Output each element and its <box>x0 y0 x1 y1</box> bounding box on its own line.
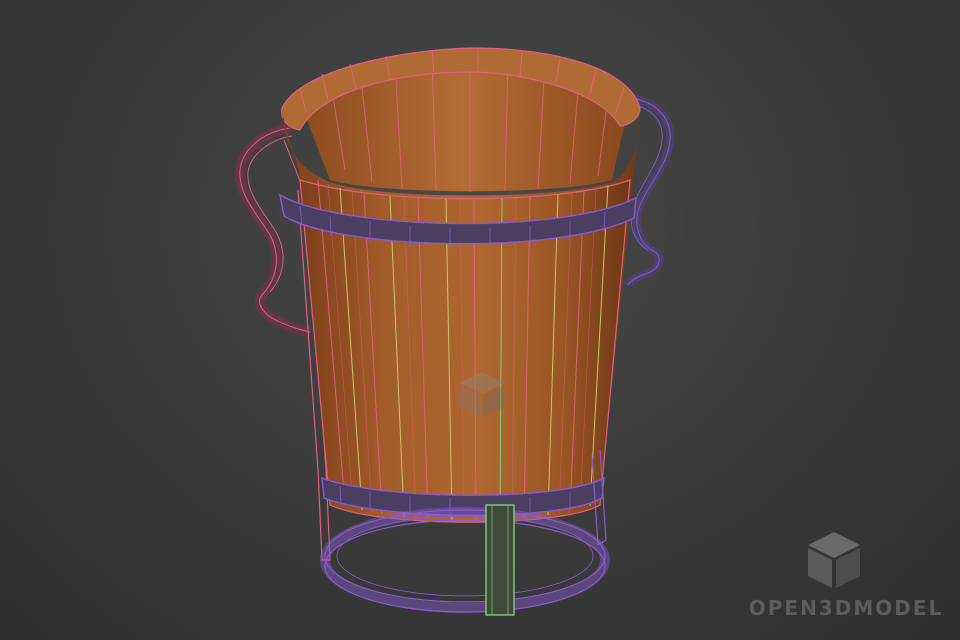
watermark-text: OPEN3DMODEL <box>748 596 944 620</box>
cube-logo-icon <box>808 532 860 588</box>
front-leg <box>485 504 515 616</box>
bottom-ring <box>320 507 610 613</box>
center-watermark-cube-icon <box>460 372 504 418</box>
right-handle <box>624 94 675 288</box>
3d-viewport: OPEN3DMODEL <box>0 0 960 640</box>
watermark: OPEN3DMODEL <box>746 530 946 630</box>
